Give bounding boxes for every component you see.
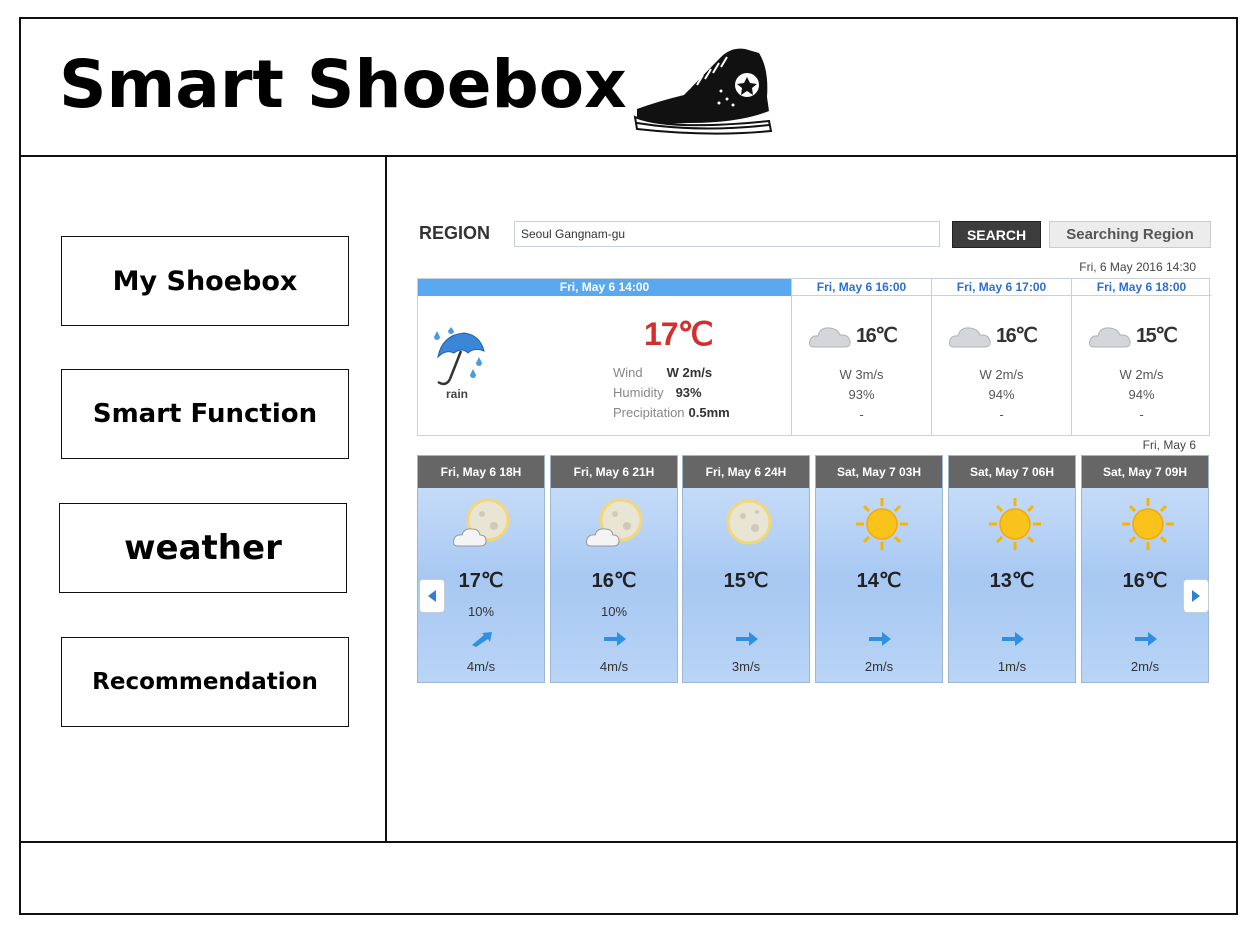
chevron-left-icon — [428, 590, 436, 602]
footer — [21, 841, 1236, 915]
cloud-icon — [1089, 327, 1131, 348]
wind-arrow-icon — [736, 632, 758, 646]
hourly-wind: 2m/s — [864, 659, 894, 674]
wind-label: Wind — [613, 365, 643, 380]
wind-arrow-icon — [472, 632, 492, 647]
sneaker-icon — [633, 48, 773, 135]
wind-arrow-icon — [1135, 632, 1157, 646]
hourly-card: Sat, May 7 03H 14℃ 2m/s — [815, 455, 943, 683]
hourly-wind: 4m/s — [466, 659, 496, 674]
hourly-card: Fri, May 6 21H 16℃ 10% 4m/s — [550, 455, 678, 683]
hourly-wind: 4m/s — [599, 659, 629, 674]
forecast-precip: - — [1139, 407, 1144, 422]
umbrella-rain-icon — [434, 327, 485, 386]
humidity-row: Humidity 93% — [613, 385, 702, 400]
forecast-header: Fri, May 6 16:00 — [792, 279, 931, 296]
sidebar-item-label: weather — [124, 528, 282, 568]
forecast-column: Fri, May 6 17:00 16℃ W 2m/s 94% - — [931, 279, 1071, 435]
wind-arrow-icon — [1002, 632, 1024, 646]
hourly-header: Fri, May 6 24H — [683, 456, 809, 488]
forecast-wind: W 2m/s — [979, 367, 1024, 382]
forecast-precip: - — [859, 407, 864, 422]
forecast-precip: - — [999, 407, 1004, 422]
precipitation-row: Precipitation 0.5mm — [613, 405, 730, 420]
wind-row: Wind W 2m/s — [613, 365, 712, 380]
current-weather-box: Fri, May 6 14:00 rain 17℃ Wind W 2m/s Hum… — [417, 278, 1211, 436]
sidebar-item-label: My Shoebox — [112, 265, 298, 297]
current-weather-header: Fri, May 6 14:00 — [418, 279, 791, 296]
wind-arrow-icon — [604, 632, 626, 646]
hourly-card: Fri, May 6 24H 15℃ 3m/s — [682, 455, 810, 683]
sidebar-item-my-shoebox[interactable]: My Shoebox — [61, 236, 349, 326]
forecast-humidity: 93% — [848, 387, 875, 402]
moon-cloud-icon — [586, 498, 643, 547]
search-button[interactable]: SEARCH — [952, 221, 1041, 248]
hourly-header: Sat, May 7 09H — [1082, 456, 1208, 488]
sidebar: My Shoebox Smart Function weather Recomm… — [21, 157, 387, 841]
weather-panel: REGION SEARCH Searching Region Fri, 6 Ma… — [387, 157, 1238, 841]
sun-icon — [856, 498, 908, 550]
forecast-header: Fri, May 6 17:00 — [932, 279, 1071, 296]
forecast-wind: W 2m/s — [1119, 367, 1164, 382]
sun-icon — [1122, 498, 1174, 550]
moon-cloud-icon — [453, 498, 510, 547]
hourly-header: Sat, May 7 06H — [949, 456, 1075, 488]
hourly-temp: 13℃ — [989, 570, 1035, 592]
wind-arrow-icon — [869, 632, 891, 646]
precipitation-label: Precipitation — [613, 405, 685, 420]
cloud-icon — [949, 327, 991, 348]
app-header: Smart Shoebox — [21, 19, 1236, 157]
forecast-temp: 15℃ — [1136, 325, 1178, 347]
sidebar-item-label: Recommendation — [92, 669, 318, 695]
hourly-card: Sat, May 7 06H 13℃ 1m/s — [948, 455, 1076, 683]
hourly-card: Sat, May 7 09H 16℃ 2m/s — [1081, 455, 1209, 683]
forecast-humidity: 94% — [1128, 387, 1155, 402]
precipitation-value: 0.5mm — [688, 405, 730, 420]
forecast-temp: 16℃ — [856, 325, 898, 347]
humidity-value: 93% — [675, 385, 702, 400]
forecast-humidity: 94% — [988, 387, 1015, 402]
current-temperature: 17℃ — [644, 316, 714, 352]
sidebar-item-weather[interactable]: weather — [59, 503, 347, 593]
sidebar-item-recommendation[interactable]: Recommendation — [61, 637, 349, 727]
chevron-right-icon — [1192, 590, 1200, 602]
humidity-label: Humidity — [613, 385, 664, 400]
forecast-column: Fri, May 6 16:00 16℃ W 3m/s 93% - — [791, 279, 931, 435]
moon-icon — [726, 499, 772, 545]
sun-icon — [989, 498, 1041, 550]
next-arrow-button[interactable] — [1183, 579, 1209, 613]
hourly-header: Fri, May 6 18H — [418, 456, 544, 488]
hourly-header: Fri, May 6 21H — [551, 456, 677, 488]
sidebar-item-smart-function[interactable]: Smart Function — [61, 369, 349, 459]
sidebar-item-label: Smart Function — [92, 399, 318, 429]
region-label: REGION — [419, 223, 491, 243]
forecast-header: Fri, May 6 18:00 — [1072, 279, 1211, 296]
hourly-temp: 16℃ — [591, 570, 637, 592]
region-input[interactable] — [514, 221, 940, 247]
hourly-temp: 14℃ — [856, 570, 902, 592]
wind-value: W 2m/s — [666, 365, 713, 380]
hourly-wind: 3m/s — [731, 659, 761, 674]
app-title: Smart Shoebox — [59, 46, 627, 123]
hourly-header: Sat, May 7 03H — [816, 456, 942, 488]
forecast-column: Fri, May 6 18:00 15℃ W 2m/s 94% - — [1071, 279, 1211, 435]
app-frame: Smart Shoebox My Shoebox Smart Function … — [19, 17, 1238, 915]
hourly-temp: 15℃ — [723, 570, 769, 592]
hourly-wind: 2m/s — [1130, 659, 1160, 674]
hourly-date: Fri, May 6 — [1142, 438, 1196, 452]
hourly-card: Fri, May 6 18H 17℃ 10% 4m/s — [417, 455, 545, 683]
cloud-icon — [809, 327, 851, 348]
searching-region-button[interactable]: Searching Region — [1049, 221, 1211, 248]
hourly-precip-chance: 10% — [600, 604, 628, 619]
update-timestamp: Fri, 6 May 2016 14:30 — [1079, 260, 1196, 274]
hourly-wind: 1m/s — [997, 659, 1027, 674]
forecast-wind: W 3m/s — [839, 367, 884, 382]
forecast-temp: 16℃ — [996, 325, 1038, 347]
hourly-forecast: Fri, May 6 18H 17℃ 10% 4m/s Fri, May 6 2… — [417, 455, 1210, 683]
prev-arrow-button[interactable] — [419, 579, 445, 613]
current-condition-label: rain — [446, 387, 469, 401]
